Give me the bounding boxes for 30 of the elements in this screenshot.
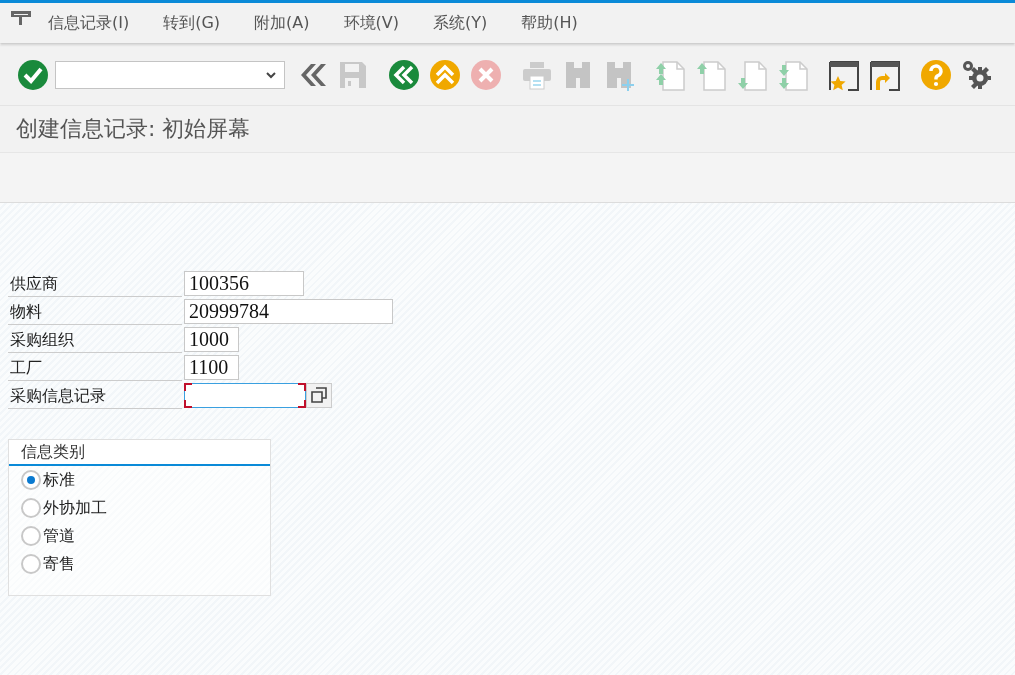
field-label: 采购组织 bbox=[8, 325, 182, 353]
screen-title: 创建信息记录: 初始屏幕 bbox=[16, 115, 251, 143]
radio-button[interactable] bbox=[21, 498, 41, 518]
radio-label: 寄售 bbox=[43, 553, 75, 575]
command-field[interactable] bbox=[55, 61, 285, 89]
input-field[interactable] bbox=[184, 382, 306, 408]
menu-item[interactable]: 转到(G) bbox=[163, 12, 221, 34]
field-label: 物料 bbox=[8, 297, 182, 325]
field-label: 工厂 bbox=[8, 353, 182, 381]
radio-label: 标准 bbox=[43, 469, 75, 491]
input-field[interactable]: 100356 bbox=[184, 270, 304, 296]
menu-item[interactable]: 附加(A) bbox=[254, 12, 310, 34]
caret-icon[interactable] bbox=[266, 71, 276, 79]
menu-icon[interactable] bbox=[10, 10, 32, 28]
radio-label: 外协加工 bbox=[43, 497, 107, 519]
input-field[interactable]: 1000 bbox=[184, 326, 239, 352]
group-title: 信息类别 bbox=[9, 440, 270, 466]
radio-label: 管道 bbox=[43, 525, 75, 547]
menu-item[interactable]: 帮助(H) bbox=[521, 12, 578, 34]
menu-item[interactable]: 系统(Y) bbox=[432, 12, 488, 34]
menu-item[interactable]: 信息记录(I) bbox=[48, 12, 130, 34]
input-field[interactable]: 1100 bbox=[184, 354, 239, 380]
radio-button[interactable] bbox=[21, 526, 41, 546]
value-help-button[interactable] bbox=[306, 382, 332, 408]
input-field[interactable]: 20999784 bbox=[184, 298, 393, 324]
field-label: 采购信息记录 bbox=[8, 381, 182, 409]
radio-button[interactable] bbox=[21, 470, 41, 490]
field-label: 供应商 bbox=[8, 269, 182, 297]
menu-item[interactable]: 环境(V) bbox=[343, 12, 399, 34]
radio-button[interactable] bbox=[21, 554, 41, 574]
